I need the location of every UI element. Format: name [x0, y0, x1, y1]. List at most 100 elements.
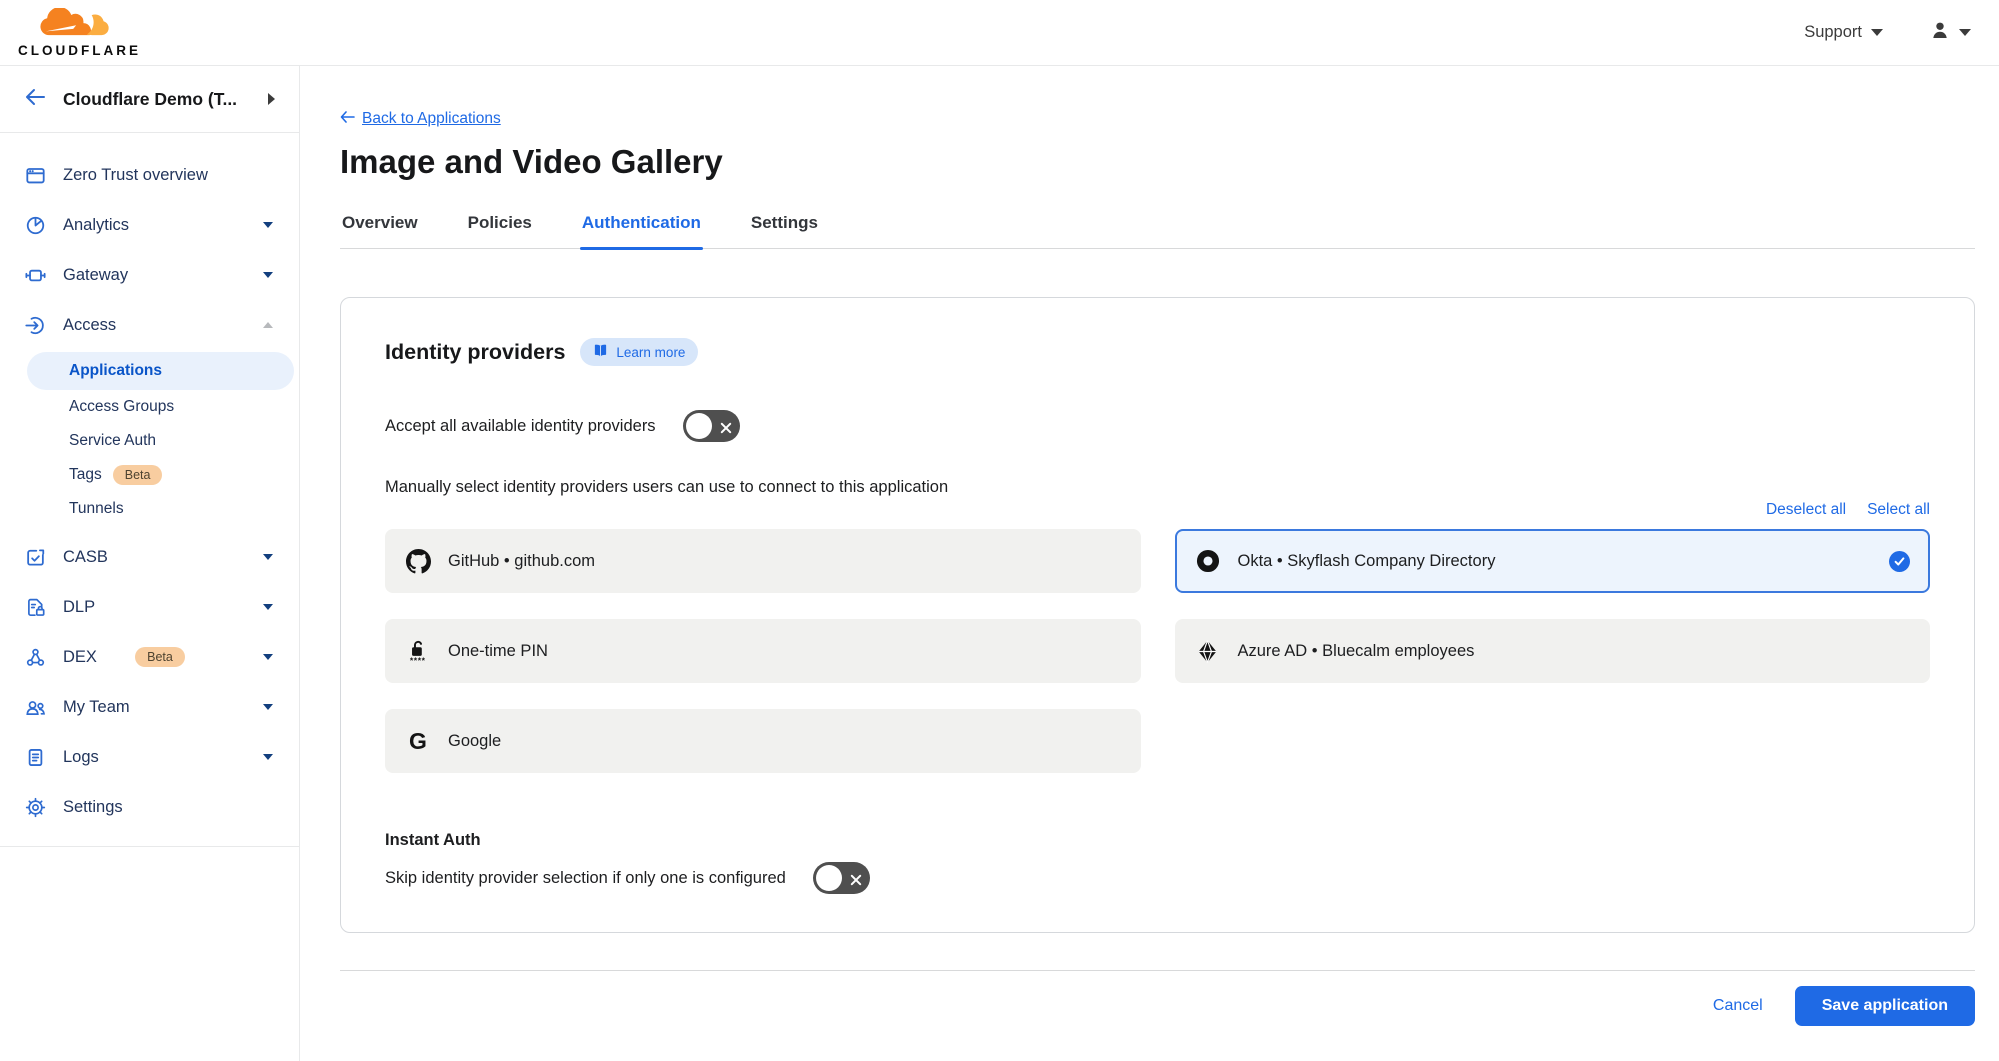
subnav-item-label: Access Groups — [69, 398, 174, 416]
support-menu[interactable]: Support — [1804, 23, 1883, 42]
sidebar-item-label: Analytics — [63, 216, 246, 235]
gateway-icon — [25, 265, 46, 286]
github-icon — [405, 548, 431, 574]
identity-providers-card: Identity providers Learn more Accept all… — [340, 297, 1975, 933]
sidebar-nav: Zero Trust overview Analytics Gateway — [0, 133, 299, 847]
chevron-down-icon — [263, 272, 273, 278]
sidebar-item-label: DLP — [63, 598, 246, 617]
sidebar-item-label: Access — [63, 316, 246, 335]
selected-check-icon — [1889, 551, 1910, 572]
tab-policies[interactable]: Policies — [466, 203, 534, 248]
cloudflare-logo[interactable]: CLOUDFLARE — [18, 8, 141, 58]
cloudflare-cloud-icon — [34, 8, 126, 42]
access-icon — [25, 315, 46, 336]
sidebar-item-dlp[interactable]: DLP — [0, 582, 299, 632]
accept-all-row: Accept all available identity providers — [385, 410, 1930, 442]
top-bar: CLOUDFLARE Support — [0, 0, 1999, 66]
page-title: Image and Video Gallery — [340, 143, 1975, 181]
user-avatar-icon — [1929, 19, 1951, 46]
sidebar-item-label: Gateway — [63, 266, 246, 285]
gear-icon — [25, 797, 46, 818]
sidebar: Cloudflare Demo (T... Zero Trust overvie… — [0, 66, 300, 1061]
provider-name: Google — [448, 732, 1121, 751]
x-icon — [850, 872, 862, 891]
save-application-button[interactable]: Save application — [1795, 986, 1975, 1026]
sidebar-item-analytics[interactable]: Analytics — [0, 200, 299, 250]
sidebar-item-label: CASB — [63, 548, 246, 567]
chevron-down-icon — [263, 222, 273, 228]
provider-tile-google[interactable]: G Google — [385, 709, 1141, 773]
instant-auth-toggle[interactable] — [813, 862, 870, 894]
back-to-applications-link[interactable]: Back to Applications — [340, 110, 501, 128]
sidebar-item-tunnels[interactable]: Tunnels — [27, 492, 294, 526]
sidebar-item-label: My Team — [63, 698, 246, 717]
sidebar-item-service-auth[interactable]: Service Auth — [27, 424, 294, 458]
access-subnav: Applications Access Groups Service Auth … — [0, 350, 299, 532]
provider-tile-one-time-pin[interactable]: **** One-time PIN — [385, 619, 1141, 683]
selection-links: Deselect all Select all — [385, 501, 1930, 519]
back-arrow-icon — [340, 110, 355, 128]
chevron-down-icon — [263, 554, 273, 560]
select-all-link[interactable]: Select all — [1867, 501, 1930, 519]
sidebar-item-settings[interactable]: Settings — [0, 782, 299, 832]
tab-settings[interactable]: Settings — [749, 203, 820, 248]
provider-tile-okta[interactable]: Okta • Skyflash Company Directory — [1175, 529, 1931, 593]
x-icon — [720, 420, 732, 439]
google-icon: G — [405, 728, 431, 754]
sidebar-divider — [0, 846, 299, 847]
sidebar-item-tags[interactable]: Tags Beta — [27, 458, 294, 492]
provider-tile-github[interactable]: GitHub • github.com — [385, 529, 1141, 593]
deselect-all-link[interactable]: Deselect all — [1766, 501, 1846, 519]
team-switcher[interactable]: Cloudflare Demo (T... — [0, 66, 299, 133]
topbar-right: Support — [1804, 19, 1971, 46]
support-label: Support — [1804, 23, 1862, 42]
svg-text:****: **** — [410, 655, 426, 664]
instant-auth-heading: Instant Auth — [385, 831, 1930, 850]
subnav-item-label: Tags — [69, 466, 102, 484]
sidebar-item-label: Zero Trust overview — [63, 166, 273, 185]
sidebar-item-zero-trust-overview[interactable]: Zero Trust overview — [0, 150, 299, 200]
sidebar-item-my-team[interactable]: My Team — [0, 682, 299, 732]
chevron-down-icon — [1871, 29, 1883, 36]
sidebar-item-applications[interactable]: Applications — [27, 352, 294, 390]
accept-all-toggle[interactable] — [683, 410, 740, 442]
casb-icon — [25, 547, 46, 568]
toggle-knob — [816, 865, 842, 891]
chevron-up-icon — [263, 322, 273, 328]
learn-more-badge[interactable]: Learn more — [580, 338, 698, 366]
sidebar-item-access[interactable]: Access — [0, 300, 299, 350]
tab-overview[interactable]: Overview — [340, 203, 420, 248]
chevron-down-icon — [263, 754, 273, 760]
tab-bar: Overview Policies Authentication Setting… — [340, 203, 1975, 249]
provider-tile-azure-ad[interactable]: Azure AD • Bluecalm employees — [1175, 619, 1931, 683]
subnav-item-label: Service Auth — [69, 432, 156, 450]
main-content: Back to Applications Image and Video Gal… — [300, 66, 1999, 1041]
chevron-down-icon — [263, 604, 273, 610]
sidebar-item-dex[interactable]: DEX Beta — [0, 632, 299, 682]
back-arrow-icon — [24, 88, 46, 111]
sidebar-item-gateway[interactable]: Gateway — [0, 250, 299, 300]
card-heading-row: Identity providers Learn more — [385, 338, 1930, 366]
chevron-down-icon — [1959, 29, 1971, 36]
chevron-right-icon — [268, 93, 275, 105]
logs-icon — [25, 747, 46, 768]
okta-icon — [1195, 548, 1221, 574]
beta-badge: Beta — [135, 647, 185, 667]
sidebar-item-label: DEX — [63, 648, 107, 667]
learn-more-label: Learn more — [616, 345, 685, 360]
sidebar-item-access-groups[interactable]: Access Groups — [27, 390, 294, 424]
sidebar-item-logs[interactable]: Logs — [0, 732, 299, 782]
my-team-icon — [25, 697, 46, 718]
sidebar-item-casb[interactable]: CASB — [0, 532, 299, 582]
cancel-button[interactable]: Cancel — [1713, 997, 1763, 1015]
user-menu[interactable] — [1929, 19, 1971, 46]
tab-authentication[interactable]: Authentication — [580, 203, 703, 248]
instant-auth-row: Skip identity provider selection if only… — [385, 862, 1930, 894]
team-name: Cloudflare Demo (T... — [63, 89, 251, 110]
sidebar-item-label: Settings — [63, 798, 273, 817]
azure-ad-icon — [1195, 638, 1221, 664]
accept-all-label: Accept all available identity providers — [385, 417, 656, 436]
beta-badge: Beta — [113, 465, 163, 485]
analytics-icon — [25, 215, 46, 236]
toggle-knob — [686, 413, 712, 439]
